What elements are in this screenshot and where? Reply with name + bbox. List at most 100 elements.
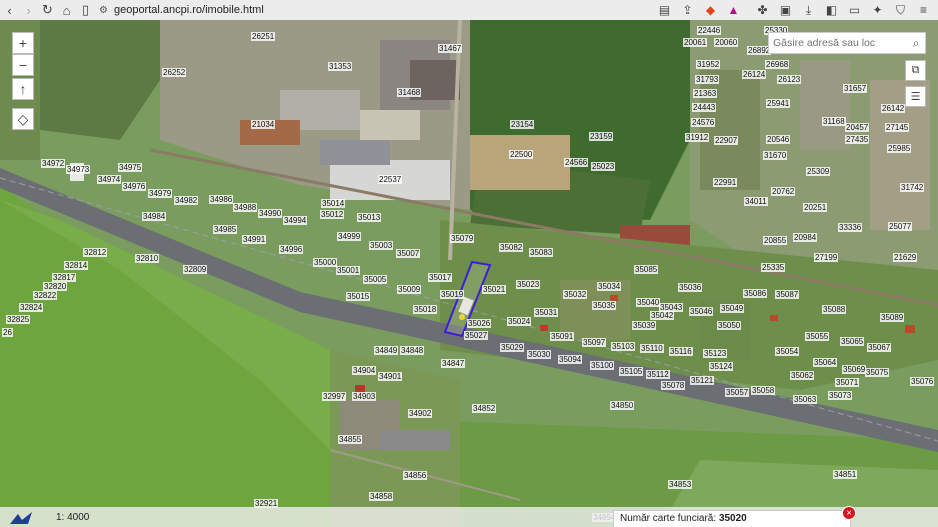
parcel-label[interactable]: 35094 xyxy=(558,355,583,364)
parcel-label[interactable]: 32810 xyxy=(135,254,160,263)
parcel-label[interactable]: 34852 xyxy=(472,404,497,413)
parcel-label[interactable]: 35055 xyxy=(805,332,830,341)
parcel-label[interactable]: 22446 xyxy=(697,26,722,35)
sidebar-icon[interactable]: ◧ xyxy=(821,0,842,20)
address-bar[interactable]: ⚙ geoportal.ancpi.ro/imobile.html xyxy=(99,1,264,19)
brave-rewards-icon[interactable]: ▲ xyxy=(723,0,744,20)
parcel-label[interactable]: 35067 xyxy=(867,343,892,352)
parcel-label[interactable]: 35015 xyxy=(346,292,371,301)
parcel-label[interactable]: 32820 xyxy=(43,282,68,291)
parcel-label[interactable]: 35023 xyxy=(516,280,541,289)
parcel-label[interactable]: 35030 xyxy=(527,350,552,359)
parcel-label[interactable]: 26251 xyxy=(251,32,276,41)
parcel-label[interactable]: 34856 xyxy=(403,471,428,480)
parcel-label[interactable]: 35065 xyxy=(840,337,865,346)
parcel-label[interactable]: 35083 xyxy=(529,248,554,257)
parcel-label[interactable]: 21363 xyxy=(693,89,718,98)
parcel-label[interactable]: 35057 xyxy=(725,388,750,397)
parcel-label[interactable]: 34994 xyxy=(283,216,308,225)
parcel-label[interactable]: 35009 xyxy=(397,285,422,294)
parcel-label[interactable]: 34975 xyxy=(118,163,143,172)
bookmark-icon[interactable]: ▯ xyxy=(76,0,95,20)
parcel-label[interactable]: 34901 xyxy=(378,372,403,381)
legend-list-icon[interactable]: ☰ xyxy=(905,86,926,107)
parcel-label[interactable]: 35005 xyxy=(363,275,388,284)
parcel-label[interactable]: 35012 xyxy=(320,210,345,219)
parcel-label[interactable]: 23159 xyxy=(589,132,614,141)
parcel-label[interactable]: 34851 xyxy=(833,470,858,479)
screenshot-icon[interactable]: ▣ xyxy=(775,0,796,20)
parcel-label[interactable]: 25985 xyxy=(887,144,912,153)
parcel-label[interactable]: 35091 xyxy=(550,332,575,341)
parcel-label[interactable]: 23154 xyxy=(510,120,535,129)
parcel-label[interactable]: 21629 xyxy=(893,253,918,262)
parcel-label[interactable]: 35071 xyxy=(835,378,860,387)
parcel-label[interactable]: 34979 xyxy=(148,189,173,198)
parcel-label[interactable]: 25023 xyxy=(591,162,616,171)
parcel-label[interactable]: 35079 xyxy=(450,234,475,243)
parcel-label[interactable]: 35039 xyxy=(632,321,657,330)
parcel-label[interactable]: 35062 xyxy=(790,371,815,380)
extensions-icon[interactable]: ✤ xyxy=(752,0,773,20)
parcel-label[interactable]: 27199 xyxy=(814,253,839,262)
parcel-label[interactable]: 34850 xyxy=(610,401,635,410)
parcel-label[interactable]: 25335 xyxy=(761,263,786,272)
parcel-label[interactable]: 35036 xyxy=(678,283,703,292)
search-icon[interactable]: ⌕ xyxy=(907,36,925,51)
parcel-label[interactable]: 35121 xyxy=(690,376,715,385)
parcel-label[interactable]: 31657 xyxy=(843,84,868,93)
parcel-label[interactable]: 35078 xyxy=(661,381,686,390)
parcel-label[interactable]: 35007 xyxy=(396,249,421,258)
parcel-label[interactable]: 35105 xyxy=(619,367,644,376)
parcel-label[interactable]: 35032 xyxy=(563,290,588,299)
parcel-label[interactable]: 35049 xyxy=(720,304,745,313)
download-icon[interactable]: ⤓ xyxy=(798,0,819,20)
parcel-label[interactable]: 34984 xyxy=(142,212,167,221)
parcel-label[interactable]: 35021 xyxy=(482,285,507,294)
parcel-label[interactable]: 35076 xyxy=(910,377,935,386)
parcel-label[interactable]: 32822 xyxy=(33,291,58,300)
map-view[interactable]: 26251 31467 20061 20060 22446 26892 25330 31353… xyxy=(0,20,938,527)
locate-button[interactable]: ◇ xyxy=(12,108,34,130)
parcel-label[interactable]: 35003 xyxy=(369,241,394,250)
forward-icon[interactable]: › xyxy=(19,0,38,20)
parcel-label[interactable]: 35031 xyxy=(534,308,559,317)
parcel-label[interactable]: 27145 xyxy=(885,123,910,132)
parcel-label[interactable]: 35097 xyxy=(582,338,607,347)
basemap-icon[interactable]: ⧉ xyxy=(905,60,926,81)
parcel-label[interactable]: 26 xyxy=(2,328,13,337)
parcel-label[interactable]: 25941 xyxy=(766,99,791,108)
parcel-label[interactable]: 25309 xyxy=(806,167,831,176)
parcel-label[interactable]: 34990 xyxy=(258,209,283,218)
parcel-label[interactable]: 35019 xyxy=(440,290,465,299)
parcel-label[interactable]: 34902 xyxy=(408,409,433,418)
site-info-icon[interactable]: ⚙ xyxy=(99,5,108,16)
parcel-label[interactable]: 35088 xyxy=(822,305,847,314)
parcel-label[interactable]: 34976 xyxy=(122,182,147,191)
parcel-label[interactable]: 22500 xyxy=(509,150,534,159)
parcel-label[interactable]: 35069 xyxy=(842,365,867,374)
parcel-label[interactable]: 31912 xyxy=(685,133,710,142)
parcel-label[interactable]: 34973 xyxy=(66,165,91,174)
parcel-label[interactable]: 35112 xyxy=(646,370,670,379)
parcel-label[interactable]: 34847 xyxy=(441,359,466,368)
home-icon[interactable]: ⌂ xyxy=(57,0,76,20)
parcel-label[interactable]: 35000 xyxy=(313,258,338,267)
parcel-label[interactable]: 35035 xyxy=(592,301,617,310)
parcel-label[interactable]: 35073 xyxy=(828,391,853,400)
parcel-label[interactable]: 22991 xyxy=(713,178,738,187)
parcel-label[interactable]: 35100 xyxy=(590,361,615,370)
parcel-label[interactable]: 20546 xyxy=(766,135,791,144)
parcel-label[interactable]: 35089 xyxy=(880,313,905,322)
parcel-label[interactable]: 35124 xyxy=(709,362,734,371)
parcel-label[interactable]: 32817 xyxy=(52,273,77,282)
parcel-label[interactable]: 34982 xyxy=(174,196,199,205)
zoom-out-button[interactable]: − xyxy=(12,54,34,76)
search-input[interactable] xyxy=(773,34,907,52)
parcel-label[interactable]: 32824 xyxy=(19,303,44,312)
parcel-label[interactable]: 27435 xyxy=(845,135,870,144)
parcel-label[interactable]: 20457 xyxy=(845,123,870,132)
parcel-label[interactable]: 35086 xyxy=(743,289,768,298)
parcel-label[interactable]: 35123 xyxy=(703,349,728,358)
parcel-label[interactable]: 32809 xyxy=(183,265,208,274)
